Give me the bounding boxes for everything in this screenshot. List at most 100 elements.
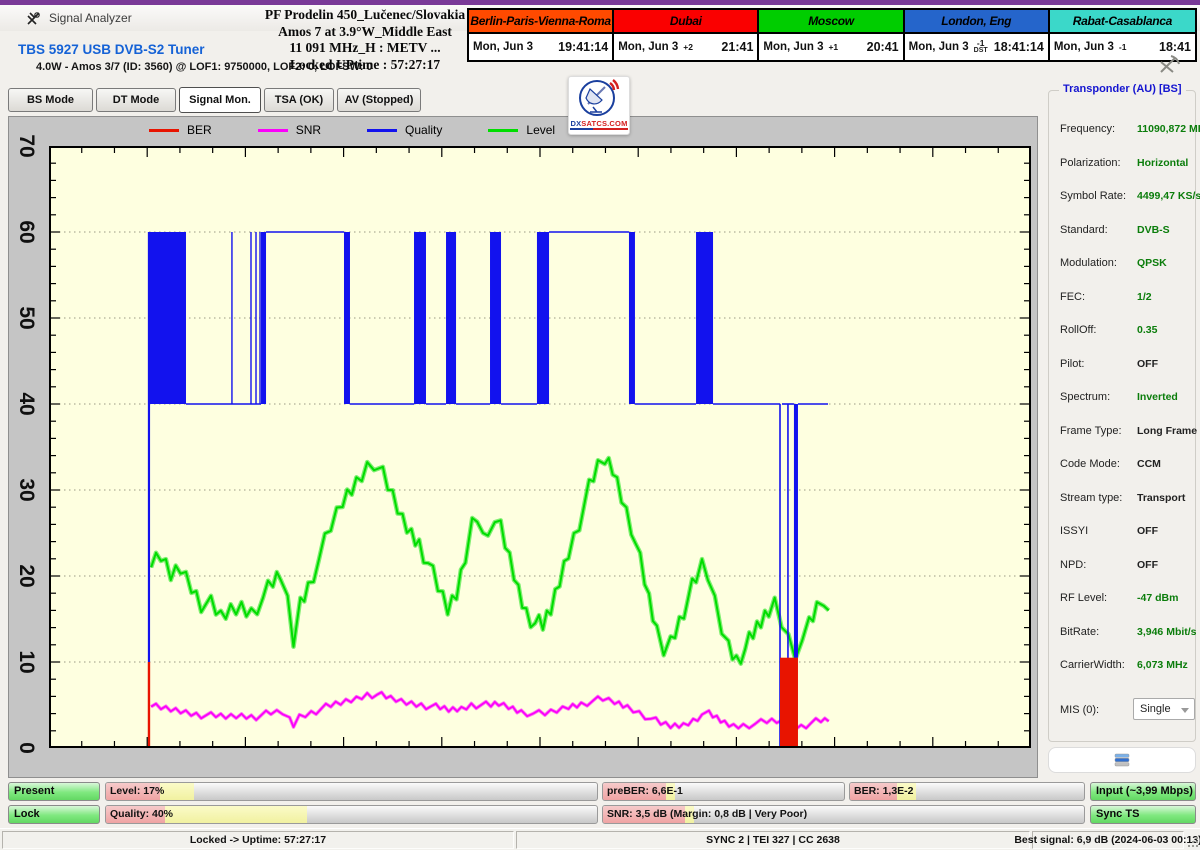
mis-select[interactable]: Single (1133, 698, 1195, 720)
legend-label: SNR (296, 123, 321, 137)
clock-date: Mon, Jun 3 (1054, 41, 1114, 53)
transponder-field-value: QPSK (1137, 257, 1167, 269)
app-icon (26, 11, 41, 26)
y-tick-label-50: 50 (14, 304, 38, 332)
legend-label: BER (187, 123, 212, 137)
y-tick-label-20: 20 (14, 562, 38, 590)
transponder-panel: Transponder (AU) [BS] Frequency:11090,87… (1048, 90, 1196, 742)
status-pill-sync-ts: Sync TS (1090, 805, 1196, 824)
dxsatcs-dish-icon (576, 77, 622, 119)
statusbar-cell-3: Best signal: 6,9 dB (2024-06-03 00:13) (1032, 831, 1184, 849)
clock-utc-offset: -1 (1119, 44, 1127, 51)
transponder-field-label: Spectrum: (1060, 391, 1110, 403)
mis-row: MIS (0): Single (1049, 696, 1195, 729)
transponder-row: Pilot:OFF (1049, 350, 1195, 384)
site-line-1: PF Prodelin 450_Lučenec/Slovakia (258, 7, 472, 24)
status-pill-input-3-99-mbps-: Input (~3,99 Mbps) (1090, 782, 1196, 801)
progress-bar-quality: Quality: 40% (105, 805, 598, 824)
transponder-field-value: OFF (1137, 559, 1158, 571)
site-line-2: Amos 7 at 3.9°W_Middle East (258, 24, 472, 41)
transponder-row: BitRate:3,946 Mbit/s (1049, 618, 1195, 652)
site-info: PF Prodelin 450_Lučenec/Slovakia Amos 7 … (258, 7, 472, 73)
transponder-field-value: Long Frame (1137, 425, 1197, 437)
clock-time-cell: Mon, Jun 319:41:14 (469, 34, 612, 60)
clock-city: London, Eng (905, 10, 1048, 34)
transport-list-button[interactable] (1048, 747, 1196, 773)
transponder-field-label: Pilot: (1060, 358, 1084, 370)
transponder-field-value: CCM (1137, 458, 1161, 470)
transponder-row: NPD: OFF (1049, 551, 1195, 585)
legend-item-quality: Quality (367, 123, 442, 137)
statusbar-cell-1: Locked -> Uptime: 57:27:17 (2, 831, 514, 849)
transponder-row: Symbol Rate:4499,47 KS/s (1049, 182, 1195, 216)
transponder-field-label: NPD: (1060, 559, 1086, 571)
legend-swatch-snr (258, 129, 288, 132)
transponder-field-value: 6,073 MHz (1137, 659, 1188, 671)
clock-time: 20:41 (867, 40, 899, 54)
transponder-row: RF Level: -47 dBm (1049, 584, 1195, 618)
transponder-row: Frame Type:Long Frame (1049, 417, 1195, 451)
clock-utc-offset: -1DST (974, 40, 988, 54)
satellite-dish-icon (1157, 54, 1181, 79)
clock-column-5: Rabat-Casablanca Mon, Jun 3 -1 18:41 (1050, 10, 1195, 60)
clock-city: Berlin-Paris-Vienna-Roma (469, 10, 612, 34)
legend-item-level: Level (488, 123, 555, 137)
legend-swatch-quality (367, 129, 397, 132)
tab-signal-mon-[interactable]: Signal Mon. (179, 87, 261, 113)
chevron-down-icon (1181, 708, 1189, 713)
legend-item-ber: BER (149, 123, 212, 137)
transponder-field-value: -47 dBm (1137, 592, 1178, 604)
transponder-field-label: FEC: (1060, 291, 1085, 303)
clock-date: Mon, Jun 3 (473, 41, 533, 53)
clock-column-2: DubaiMon, Jun 3+221:41 (614, 10, 759, 60)
transponder-row: Frequency:11090,872 MHz (1049, 115, 1195, 149)
transponder-row: Polarization:Horizontal (1049, 149, 1195, 183)
world-clock-table: Berlin-Paris-Vienna-RomaMon, Jun 319:41:… (467, 8, 1197, 62)
transponder-field-label: Modulation: (1060, 257, 1117, 269)
legend-label: Level (526, 123, 555, 137)
progress-bar-snr: SNR: 3,5 dB (Margin: 0,8 dB | Very Poor) (602, 805, 1085, 824)
transponder-field-value: Inverted (1137, 391, 1178, 403)
tab-bs-mode[interactable]: BS Mode (8, 88, 93, 112)
transponder-field-value: 1/2 (1137, 291, 1152, 303)
transponder-fields: Frequency:11090,872 MHzPolarization:Hori… (1049, 115, 1195, 685)
clock-date: Mon, Jun 3 (618, 41, 678, 53)
transponder-row: Modulation: QPSK (1049, 249, 1195, 283)
dxsatcs-logo: DXSATCS.COM (568, 76, 630, 135)
resize-grip[interactable] (1184, 833, 1198, 847)
transponder-field-label: Standard: (1060, 224, 1108, 236)
transponder-field-label: Frequency: (1060, 123, 1115, 135)
clock-time: 18:41 (1159, 40, 1191, 54)
clock-city: Rabat-Casablanca (1050, 10, 1195, 34)
transponder-field-label: RF Level: (1060, 592, 1107, 604)
y-tick-label-40: 40 (14, 390, 38, 418)
statusbar-cell-2: SYNC 2 | TEI 327 | CC 2638 (516, 831, 1030, 849)
clock-date: Mon, Jun 3 (763, 41, 823, 53)
clock-offset-value: +2 (683, 44, 693, 51)
site-line-3: 11 091 MHz_H : METV ... (258, 40, 472, 57)
clock-offset-value: +1 (828, 44, 838, 51)
transponder-row: CarrierWidth:6,073 MHz (1049, 651, 1195, 685)
tab-av-stopped-[interactable]: AV (Stopped) (337, 88, 421, 112)
clock-time-cell: Mon, Jun 3 +1 20:41 (759, 34, 902, 60)
transponder-field-label: Stream type: (1060, 492, 1122, 504)
transponder-row: FEC: 1/2 (1049, 283, 1195, 317)
transponder-row: RollOff:0.35 (1049, 316, 1195, 350)
mis-label: MIS (0): (1060, 704, 1099, 716)
clock-column-3: MoscowMon, Jun 3+120:41 (759, 10, 904, 60)
legend-swatch-level (488, 129, 518, 132)
tab-tsa-ok-[interactable]: TSA (OK) (264, 88, 334, 112)
y-tick-label-70: 70 (14, 132, 38, 160)
clock-city: Dubai (614, 10, 757, 34)
transponder-field-value: Transport (1137, 492, 1185, 504)
clock-offset-value: -1 (1119, 44, 1127, 51)
list-icon (1114, 753, 1130, 767)
mis-value: Single (1140, 703, 1171, 715)
tab-dt-mode[interactable]: DT Mode (96, 88, 176, 112)
site-line-4: Locked UPtime : 57:27:17 (258, 57, 472, 74)
bar-label: SNR: 3,5 dB (Margin: 0,8 dB | Very Poor) (607, 806, 807, 823)
transponder-field-value: OFF (1137, 525, 1158, 537)
clock-column-1: Berlin-Paris-Vienna-RomaMon, Jun 319:41:… (469, 10, 614, 60)
bar-label: Quality: 40% (110, 806, 173, 823)
transponder-field-value: 3,946 Mbit/s (1137, 626, 1197, 638)
